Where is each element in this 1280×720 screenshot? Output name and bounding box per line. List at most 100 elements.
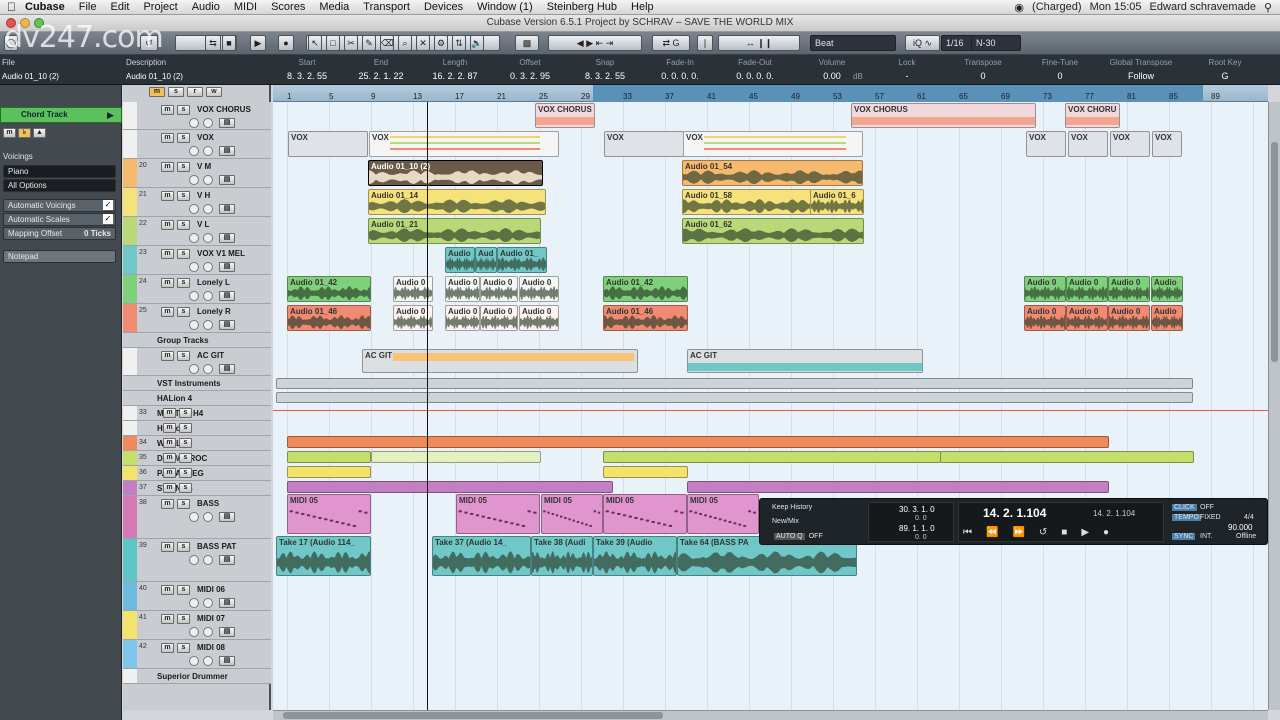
menu-item[interactable]: Devices: [417, 1, 470, 13]
stop-button[interactable]: ■: [222, 35, 236, 51]
event-clip[interactable]: VOX CHORUS: [851, 103, 1036, 128]
auto-scroll-button[interactable]: ⇄ G: [652, 35, 690, 51]
track-solo-button[interactable]: s: [179, 468, 192, 478]
new-mix-label[interactable]: New/Mix: [772, 518, 799, 525]
track-solo-button[interactable]: s: [179, 423, 192, 433]
play-button[interactable]: ▶: [250, 35, 266, 51]
erase-tool-icon[interactable]: ⌫: [380, 35, 394, 51]
horizontal-scroll-thumb[interactable]: [283, 712, 663, 719]
menu-item[interactable]: Edit: [103, 1, 136, 13]
info-field[interactable]: Offset 0. 3. 2. 95: [495, 58, 565, 81]
event-clip[interactable]: Audio: [1151, 276, 1183, 302]
event-clip[interactable]: VOX: [604, 131, 684, 157]
track-row[interactable]: Superior Drummer: [123, 669, 271, 684]
sync-button[interactable]: SYNC: [1172, 533, 1196, 540]
event-clip[interactable]: Audio 01_62: [682, 218, 864, 244]
track-row[interactable]: 34WURLYms: [123, 436, 271, 451]
track-row[interactable]: 25 Lonely R m s ▤: [123, 304, 271, 333]
play-tool-icon[interactable]: 🔈: [470, 35, 484, 51]
track-name[interactable]: MIDI 08: [197, 643, 225, 652]
info-field[interactable]: Fade-Out 0. 0. 0. 0.: [720, 58, 790, 81]
edit-channel-button[interactable]: ▤: [219, 627, 235, 637]
edit-channel-button[interactable]: ▤: [219, 118, 235, 128]
menu-item[interactable]: Help: [624, 1, 661, 13]
info-field[interactable]: Snap 8. 3. 2. 55: [570, 58, 640, 81]
event-clip[interactable]: AC GIT: [362, 349, 638, 373]
battery-status[interactable]: (Charged): [1032, 1, 1082, 13]
track-solo-button[interactable]: s: [179, 408, 192, 418]
event-clip[interactable]: Audio 01_: [497, 247, 547, 273]
track-solo-button[interactable]: s: [179, 483, 192, 493]
cycle-button[interactable]: ⇆: [205, 35, 221, 51]
track-color-strip[interactable]: [123, 406, 137, 420]
track-mute-button[interactable]: m: [161, 542, 174, 552]
track-name[interactable]: Group Tracks: [157, 336, 209, 345]
track-row[interactable]: VOX m s ▤: [123, 130, 271, 159]
apple-icon[interactable]: : [0, 0, 23, 14]
edit-channel-button[interactable]: ▤: [219, 512, 235, 522]
record-enable-icon[interactable]: [189, 555, 199, 565]
lock-icon[interactable]: ▲: [33, 128, 46, 138]
nudge-value-select[interactable]: N-30: [971, 35, 1021, 51]
event-clip[interactable]: Audio 01_10 (2): [368, 160, 543, 186]
edit-channel-button[interactable]: ▤: [219, 364, 235, 374]
draw-tool-icon[interactable]: ✎: [362, 35, 376, 51]
event-clip[interactable]: [287, 481, 613, 493]
options-select[interactable]: All Options: [3, 179, 116, 192]
event-clip[interactable]: Take 37 (Audio 14_: [432, 536, 531, 576]
event-clip[interactable]: [287, 436, 1109, 448]
track-row[interactable]: AC GIT m s ▤: [123, 348, 271, 376]
track-color-strip[interactable]: [123, 376, 137, 390]
track-solo-button[interactable]: s: [177, 585, 190, 595]
record-enable-icon[interactable]: [189, 627, 199, 637]
menu-item[interactable]: Steinberg Hub: [540, 1, 624, 13]
track-mute-button[interactable]: m: [161, 133, 174, 143]
track-mute-button[interactable]: m: [161, 307, 174, 317]
click-button[interactable]: CLICK: [1172, 504, 1197, 511]
edit-channel-button[interactable]: ▤: [219, 320, 235, 330]
track-name[interactable]: VOX CHORUS: [197, 105, 251, 114]
track-row[interactable]: 40 MIDI 06 m s ▤: [123, 582, 271, 611]
monitor-icon[interactable]: [203, 598, 213, 608]
event-clip[interactable]: [287, 451, 371, 463]
track-color-strip[interactable]: [123, 539, 137, 581]
track-solo-button[interactable]: s: [177, 220, 190, 230]
monitor-icon[interactable]: [203, 320, 213, 330]
record-enable-icon[interactable]: [189, 512, 199, 522]
project-cursor[interactable]: [427, 102, 428, 710]
event-clip[interactable]: Audio 01_46: [603, 305, 688, 331]
track-name[interactable]: MIDI 06: [197, 585, 225, 594]
event-clip[interactable]: Audio 01_14: [368, 189, 546, 215]
monitor-icon[interactable]: [203, 656, 213, 666]
track-name[interactable]: VST Instruments: [157, 379, 221, 388]
checkbox-checked-icon[interactable]: ✓: [103, 200, 113, 210]
info-field[interactable]: Length 16. 2. 2. 87: [420, 58, 490, 81]
track-color-strip[interactable]: [123, 611, 137, 639]
monitor-icon[interactable]: [203, 512, 213, 522]
track-row[interactable]: Group Tracks: [123, 333, 271, 348]
track-name[interactable]: MIDI 07: [197, 614, 225, 623]
track-color-strip[interactable]: [123, 436, 137, 450]
menu-item[interactable]: Scores: [264, 1, 312, 13]
record-enable-icon[interactable]: [189, 262, 199, 272]
monitor-icon[interactable]: [203, 204, 213, 214]
time-warp-tool-icon[interactable]: ⚙: [434, 35, 448, 51]
play-transport-button[interactable]: ▶: [1081, 527, 1089, 538]
global-solo-button[interactable]: s: [168, 87, 184, 97]
quantize-preset-select[interactable]: 1/16: [941, 35, 975, 51]
event-clip[interactable]: VOX CHORU: [1065, 103, 1120, 128]
event-clip[interactable]: AC GIT: [687, 349, 923, 373]
event-clip[interactable]: Audio 0: [1024, 305, 1066, 331]
edit-channel-button[interactable]: ▤: [219, 233, 235, 243]
zoom-tool-icon[interactable]: ⌕: [398, 35, 412, 51]
info-field[interactable]: Fine-Tune 0: [1025, 58, 1095, 81]
monitor-icon[interactable]: [203, 262, 213, 272]
track-name[interactable]: V M: [197, 162, 211, 171]
track-row[interactable]: HALion 4ms: [123, 421, 271, 436]
vertical-scrollbar[interactable]: [1268, 102, 1280, 710]
event-clip[interactable]: Audio 0: [1024, 276, 1066, 302]
track-solo-button[interactable]: s: [177, 542, 190, 552]
track-row[interactable]: VOX CHORUS m s ▤: [123, 102, 271, 130]
event-clip[interactable]: Audio 01_42: [287, 276, 371, 302]
track-row[interactable]: 21 V H m s ▤: [123, 188, 271, 217]
